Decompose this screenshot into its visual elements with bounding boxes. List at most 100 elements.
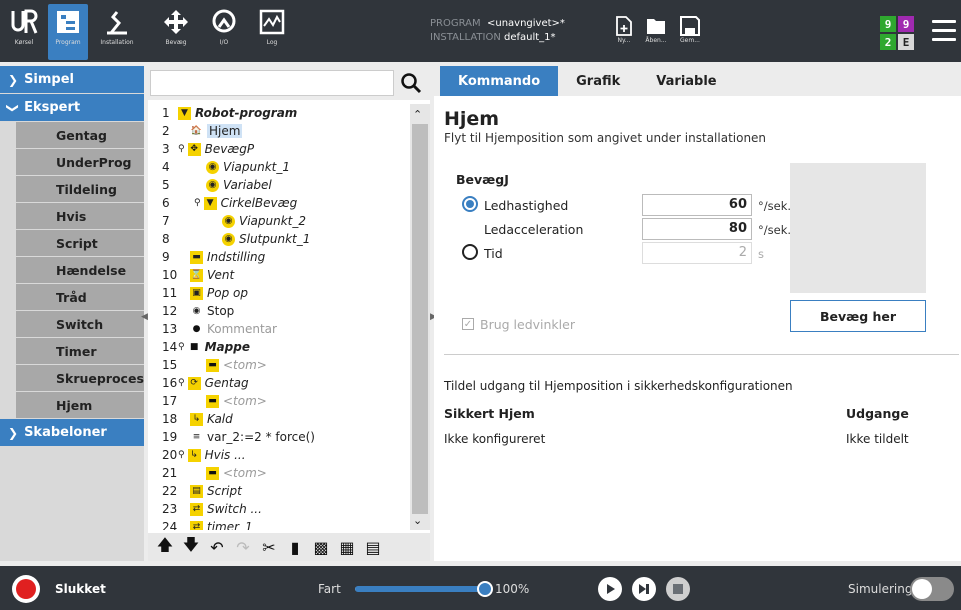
tree-row[interactable]: 17 ▬ <tom> <box>148 392 410 410</box>
node-label: CirkelBevæg <box>220 196 298 210</box>
move-down-icon[interactable]: 🡇 <box>180 535 202 558</box>
search-input[interactable] <box>150 70 394 96</box>
open-button[interactable]: Åben... <box>644 16 668 44</box>
line-number: 13 <box>162 322 178 336</box>
nav-installation[interactable]: Installation <box>92 4 142 60</box>
sidebar-item-haendelse[interactable]: Hændelse <box>16 257 144 283</box>
sidebar-item-gentag[interactable]: Gentag <box>16 122 144 148</box>
sidebar-item-hjem[interactable]: Hjem <box>16 392 144 418</box>
status-indicator[interactable]: 9 9 2 E <box>880 16 914 50</box>
undo-icon[interactable]: ↶ <box>206 536 228 558</box>
tree-row[interactable]: 24 ⇄ timer_1 <box>148 518 410 530</box>
waypoint-icon: ◉ <box>222 232 235 246</box>
waypoint-icon: ◉ <box>222 214 235 228</box>
tree-row[interactable]: 1 ▼ Robot-program <box>148 104 410 122</box>
tree-row[interactable]: 16 ⚲ ⟳ Gentag <box>148 374 410 392</box>
sidebar-group-skabeloner[interactable]: ❯ Skabeloner <box>0 419 144 446</box>
tree-row[interactable]: 6 ⚲ ▼ CirkelBevæg <box>148 194 410 212</box>
move-up-icon[interactable]: 🡅 <box>154 535 176 558</box>
play-button[interactable] <box>598 577 622 601</box>
tree-node: ⇄ Switch ... <box>178 502 262 516</box>
step-button[interactable] <box>632 577 656 601</box>
tree-node: ⚲ ■ Mappe <box>178 340 250 354</box>
new-button[interactable]: Ny... <box>612 16 636 44</box>
power-button[interactable] <box>12 575 40 603</box>
sidebar-item-underprog[interactable]: UnderProg <box>16 149 144 175</box>
tree-row[interactable]: 15 ▬ <tom> <box>148 356 410 374</box>
tab-grafik[interactable]: Grafik <box>558 66 638 96</box>
scroll-down-icon[interactable]: ⌄ <box>413 514 422 527</box>
copy-icon[interactable]: ▮ <box>284 536 306 558</box>
tree-row[interactable]: 22 ▤ Script <box>148 482 410 500</box>
tree-row[interactable]: 13 ● Kommentar <box>148 320 410 338</box>
joint-accel-input[interactable]: 80 <box>642 218 752 240</box>
tree-row[interactable]: 20 ⚲ ↳ Hvis ... <box>148 446 410 464</box>
sidebar-item-timer[interactable]: Timer <box>16 338 144 364</box>
time-radio[interactable] <box>462 244 478 260</box>
tree-row[interactable]: 5 ◉ Variabel <box>148 176 410 194</box>
joint-speed-radio[interactable] <box>462 196 478 212</box>
tree-row[interactable]: 23 ⇄ Switch ... <box>148 500 410 518</box>
sidebar-item-script[interactable]: Script <box>16 230 144 256</box>
cut-icon[interactable]: ✂ <box>258 536 280 558</box>
nav-move[interactable]: Bevæg <box>156 4 196 60</box>
stop-button[interactable] <box>666 577 690 601</box>
play-icon <box>607 584 615 594</box>
node-label: Slutpunkt_1 <box>239 232 311 246</box>
collapse-sidebar-icon[interactable]: ◀ <box>141 312 148 322</box>
tab-variable[interactable]: Variable <box>638 66 734 96</box>
simulation-toggle[interactable] <box>910 577 954 601</box>
delete-icon[interactable]: ▦ <box>336 536 358 558</box>
speed-slider-knob[interactable] <box>477 581 493 597</box>
nav-log[interactable]: Log <box>252 4 292 60</box>
redo-icon[interactable]: ↷ <box>232 536 254 558</box>
node-label: <tom> <box>223 358 267 372</box>
tree-row[interactable]: 14 ⚲ ■ Mappe <box>148 338 410 356</box>
suppress-icon[interactable]: ▤ <box>362 536 384 558</box>
use-joint-angles-checkbox[interactable]: ✓ <box>462 318 474 330</box>
tree-row[interactable]: 7 ◉ Viapunkt_2 <box>148 212 410 230</box>
ur-logo-icon <box>11 9 38 34</box>
sidebar-group-ekspert[interactable]: ❯ Ekspert <box>0 94 144 121</box>
tree-row[interactable]: 4 ◉ Viapunkt_1 <box>148 158 410 176</box>
node-label: Gentag <box>204 376 249 390</box>
stop-icon <box>673 584 683 594</box>
chevron-down-icon: ❯ <box>6 102 21 113</box>
node-label: Kald <box>207 412 233 426</box>
nav-run[interactable]: Kørsel <box>4 4 44 60</box>
nav-label: Bevæg <box>165 39 187 46</box>
tree-row[interactable]: 12 ◉ Stop <box>148 302 410 320</box>
tree-row[interactable]: 3 ⚲ ✥ BevægP <box>148 140 410 158</box>
tree-row[interactable]: 9 ▬ Indstilling <box>148 248 410 266</box>
program-tree[interactable]: 1 ▼ Robot-program 2 🏠 Hjem 3 ⚲ ✥ BevægP 4 ◉ Viapu… <box>148 104 410 530</box>
joint-speed-input[interactable]: 60 <box>642 194 752 216</box>
time-input[interactable]: 2 <box>642 242 752 264</box>
tree-row[interactable]: 18 ↳ Kald <box>148 410 410 428</box>
sidebar-item-tildeling[interactable]: Tildeling <box>16 176 144 202</box>
nav-program[interactable]: Program <box>48 4 88 60</box>
hamburger-menu-icon[interactable] <box>932 20 956 47</box>
nav-io[interactable]: I/O <box>204 4 244 60</box>
line-number: 17 <box>162 394 178 408</box>
sidebar-group-simpel[interactable]: ❯ Simpel <box>0 66 144 93</box>
tab-kommando[interactable]: Kommando <box>440 66 559 96</box>
tree-row[interactable]: 19 ≡ var_2:=2 * force() <box>148 428 410 446</box>
tree-row[interactable]: 11 ▣ Pop op <box>148 284 410 302</box>
step-icon <box>639 584 649 594</box>
sidebar-item-traad[interactable]: Tråd <box>16 284 144 310</box>
paste-icon[interactable]: ▩ <box>310 536 332 558</box>
scroll-up-icon[interactable]: ⌃ <box>413 108 422 121</box>
move-here-button[interactable]: Bevæg her <box>790 300 926 332</box>
tree-row[interactable]: 10 ⌛ Vent <box>148 266 410 284</box>
tree-row[interactable]: 8 ◉ Slutpunkt_1 <box>148 230 410 248</box>
tree-row[interactable]: 2 🏠 Hjem <box>148 122 410 140</box>
expand-icon: ⚲ <box>178 378 185 388</box>
sidebar-item-skrueproces[interactable]: Skrueproces <box>16 365 144 391</box>
sidebar-item-switch[interactable]: Switch <box>16 311 144 337</box>
tree-row[interactable]: 21 ▬ <tom> <box>148 464 410 482</box>
tree-scroll-thumb[interactable] <box>412 124 428 514</box>
search-icon[interactable] <box>400 72 422 94</box>
node-label: Stop <box>207 304 235 318</box>
save-button[interactable]: Gem... <box>678 16 702 44</box>
sidebar-item-hvis[interactable]: Hvis <box>16 203 144 229</box>
